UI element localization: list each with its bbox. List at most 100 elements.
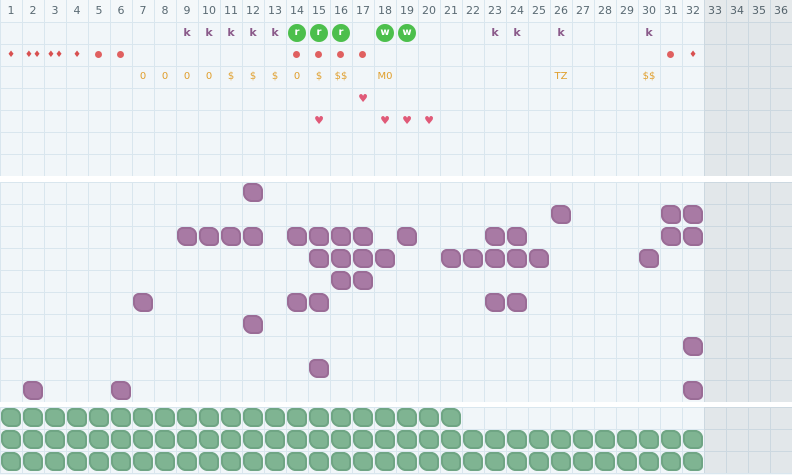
- purple-tile[interactable]: [551, 205, 571, 224]
- text-marker[interactable]: 0: [176, 66, 198, 88]
- purple-tile[interactable]: [243, 183, 263, 202]
- green-tile[interactable]: [551, 452, 571, 471]
- green-tile[interactable]: [133, 408, 153, 427]
- red-drop-marker[interactable]: ♦: [66, 50, 88, 60]
- green-tile[interactable]: [111, 408, 131, 427]
- purple-tile[interactable]: [199, 227, 219, 246]
- text-marker[interactable]: TZ: [550, 66, 572, 88]
- text-marker[interactable]: $$: [638, 66, 660, 88]
- red-dot-marker[interactable]: [315, 51, 322, 58]
- purple-tile[interactable]: [331, 249, 351, 268]
- text-marker[interactable]: $: [242, 66, 264, 88]
- green-tile[interactable]: [155, 452, 175, 471]
- purple-tile[interactable]: [375, 249, 395, 268]
- green-tile[interactable]: [617, 452, 637, 471]
- green-tile[interactable]: [397, 408, 417, 427]
- green-tile[interactable]: [397, 430, 417, 449]
- k-marker[interactable]: k: [506, 22, 528, 44]
- purple-tile[interactable]: [397, 227, 417, 246]
- green-tile[interactable]: [595, 452, 615, 471]
- purple-tile[interactable]: [507, 293, 527, 312]
- green-tile[interactable]: [243, 408, 263, 427]
- text-marker[interactable]: $: [264, 66, 286, 88]
- red-drop-marker[interactable]: ♦♦: [44, 50, 66, 60]
- green-tile[interactable]: [353, 408, 373, 427]
- purple-tile[interactable]: [507, 249, 527, 268]
- green-tile[interactable]: [441, 452, 461, 471]
- text-marker[interactable]: $$: [330, 66, 352, 88]
- green-tile[interactable]: [111, 452, 131, 471]
- green-tile[interactable]: [199, 408, 219, 427]
- green-tile[interactable]: [683, 452, 703, 471]
- green-tile[interactable]: [1, 408, 21, 427]
- green-tile[interactable]: [331, 452, 351, 471]
- text-marker[interactable]: $: [308, 66, 330, 88]
- purple-tile[interactable]: [309, 227, 329, 246]
- letter-badge[interactable]: w: [376, 24, 394, 42]
- purple-tile[interactable]: [661, 227, 681, 246]
- text-marker[interactable]: 0: [286, 66, 308, 88]
- purple-tile[interactable]: [639, 249, 659, 268]
- red-dot-marker[interactable]: [95, 51, 102, 58]
- green-tile[interactable]: [221, 408, 241, 427]
- purple-tile[interactable]: [133, 293, 153, 312]
- green-tile[interactable]: [133, 430, 153, 449]
- purple-tile[interactable]: [661, 205, 681, 224]
- green-tile[interactable]: [375, 430, 395, 449]
- red-drop-marker[interactable]: ♦♦: [22, 50, 44, 60]
- k-marker[interactable]: k: [550, 22, 572, 44]
- green-tile[interactable]: [1, 452, 21, 471]
- red-dot-marker[interactable]: [359, 51, 366, 58]
- green-tile[interactable]: [199, 430, 219, 449]
- green-tile[interactable]: [45, 430, 65, 449]
- k-marker[interactable]: k: [264, 22, 286, 44]
- purple-tile[interactable]: [485, 249, 505, 268]
- k-marker[interactable]: k: [242, 22, 264, 44]
- green-tile[interactable]: [661, 452, 681, 471]
- green-tile[interactable]: [617, 430, 637, 449]
- purple-tile[interactable]: [485, 293, 505, 312]
- purple-tile[interactable]: [683, 205, 703, 224]
- letter-badge[interactable]: r: [332, 24, 350, 42]
- heart-marker[interactable]: ♥: [374, 115, 396, 127]
- purple-tile[interactable]: [353, 227, 373, 246]
- heart-marker[interactable]: ♥: [418, 115, 440, 127]
- purple-tile[interactable]: [23, 381, 43, 400]
- purple-tile[interactable]: [331, 271, 351, 290]
- green-tile[interactable]: [287, 430, 307, 449]
- k-marker[interactable]: k: [176, 22, 198, 44]
- red-dot-marker[interactable]: [667, 51, 674, 58]
- green-tile[interactable]: [463, 452, 483, 471]
- green-tile[interactable]: [177, 430, 197, 449]
- heart-marker[interactable]: ♥: [396, 115, 418, 127]
- green-tile[interactable]: [287, 408, 307, 427]
- purple-tile[interactable]: [309, 249, 329, 268]
- green-tile[interactable]: [419, 452, 439, 471]
- green-tile[interactable]: [441, 430, 461, 449]
- letter-badge[interactable]: r: [288, 24, 306, 42]
- purple-tile[interactable]: [353, 271, 373, 290]
- green-tile[interactable]: [23, 408, 43, 427]
- green-tile[interactable]: [683, 430, 703, 449]
- green-tile[interactable]: [177, 452, 197, 471]
- purple-tile[interactable]: [287, 227, 307, 246]
- green-tile[interactable]: [661, 430, 681, 449]
- green-tile[interactable]: [287, 452, 307, 471]
- green-tile[interactable]: [375, 408, 395, 427]
- green-tile[interactable]: [573, 430, 593, 449]
- red-dot-marker[interactable]: [117, 51, 124, 58]
- green-tile[interactable]: [419, 430, 439, 449]
- green-tile[interactable]: [199, 452, 219, 471]
- red-dot-marker[interactable]: [337, 51, 344, 58]
- green-tile[interactable]: [23, 452, 43, 471]
- green-tile[interactable]: [221, 430, 241, 449]
- text-marker[interactable]: M0: [374, 66, 396, 88]
- green-tile[interactable]: [529, 430, 549, 449]
- green-tile[interactable]: [133, 452, 153, 471]
- heart-marker[interactable]: ♥: [308, 115, 330, 127]
- text-marker[interactable]: 0: [154, 66, 176, 88]
- text-marker[interactable]: 0: [198, 66, 220, 88]
- green-tile[interactable]: [67, 408, 87, 427]
- purple-tile[interactable]: [221, 227, 241, 246]
- purple-tile[interactable]: [287, 293, 307, 312]
